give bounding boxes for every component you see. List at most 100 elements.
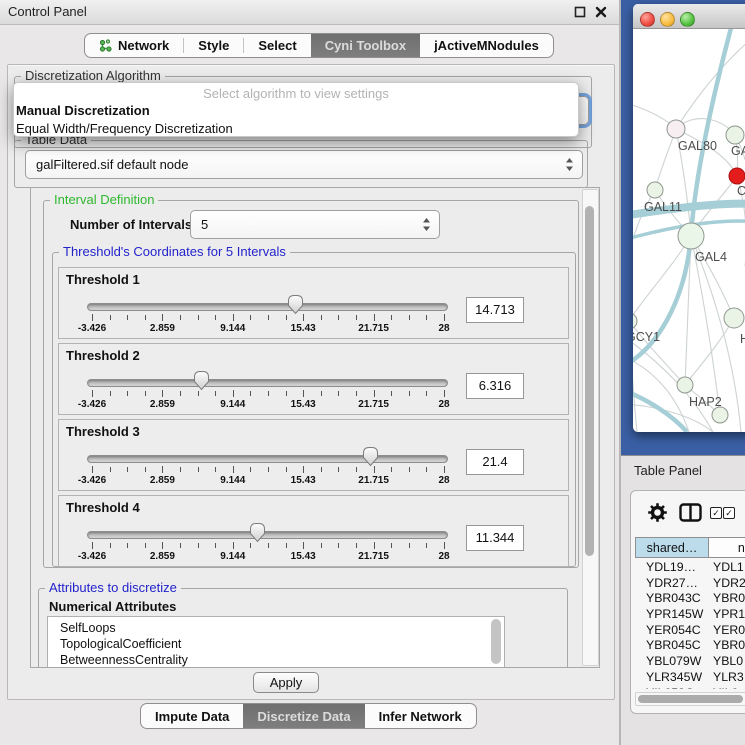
slider-thumb[interactable]	[193, 370, 210, 391]
network-node-ga[interactable]	[726, 126, 744, 144]
tab-infer-network[interactable]: Infer Network	[365, 704, 476, 728]
slider-tick	[409, 543, 410, 548]
network-node-c[interactable]	[729, 168, 745, 184]
slider-tick	[321, 543, 322, 548]
table-hscrollbar[interactable]	[635, 692, 745, 706]
tab-style[interactable]: Style	[184, 34, 243, 57]
network-node-hap2[interactable]	[677, 377, 693, 393]
table-row[interactable]: YER054CYER0	[635, 623, 745, 639]
slider-tick	[321, 391, 322, 396]
network-node-gal11[interactable]	[647, 182, 663, 198]
table-row[interactable]: YPR145WYPR1	[635, 607, 745, 623]
slider-tick	[92, 466, 93, 473]
slider-tick	[374, 542, 375, 549]
dropdown-option-equal-width-frequency[interactable]: Equal Width/Frequency Discretization	[14, 120, 578, 138]
table-row[interactable]: YDL19…YDL1	[635, 560, 745, 576]
slider-tick	[286, 391, 287, 396]
slider-track[interactable]	[87, 531, 448, 539]
table-row[interactable]: YLR345WYLR3	[635, 670, 745, 686]
threshold-value-field[interactable]: 21.4	[466, 449, 524, 475]
tab-network[interactable]: Network	[85, 34, 183, 57]
network-node-h[interactable]	[724, 308, 744, 328]
table-hscrollbar-thumb[interactable]	[638, 695, 743, 703]
column-layout-icon[interactable]	[679, 503, 702, 522]
table-data-combobox[interactable]: galFiltered.sif default node	[25, 150, 583, 179]
attribute-item-betweennesscentrality[interactable]: BetweennessCentrality	[48, 652, 504, 668]
network-window-titlebar[interactable]	[633, 4, 745, 29]
network-node[interactable]	[712, 407, 728, 423]
cell-name: YIL0	[709, 686, 745, 690]
table-panel-body: ✓ ✓ shared… name YDL19…YDL1YDR27…YDR2YBR…	[621, 484, 745, 745]
tab-jactivemnodules[interactable]: jActiveMNodules	[420, 34, 553, 57]
table-row[interactable]: YBR045CYBR0	[635, 638, 745, 654]
slider-tick	[92, 314, 93, 321]
slider-tick	[110, 391, 111, 396]
slider-tick-label: 28	[438, 475, 449, 486]
checkbox-icon[interactable]: ✓	[723, 507, 735, 519]
slider-track[interactable]	[87, 303, 448, 311]
slider-tick-label: 15.43	[291, 475, 316, 486]
threshold-value-field[interactable]: 11.344	[466, 525, 524, 551]
tab-label: Discretize Data	[257, 709, 350, 724]
slider-tick	[303, 314, 304, 321]
settings-vscrollbar-thumb[interactable]	[585, 206, 594, 556]
table-row[interactable]: YBR043CYBR0	[635, 591, 745, 607]
settings-vscrollbar[interactable]	[582, 189, 599, 666]
network-view-window[interactable]: GAL80GACGAL11GAL4GCY1HHAP2	[633, 4, 745, 432]
network-node-gal80[interactable]	[667, 120, 685, 138]
checkbox-icon[interactable]: ✓	[710, 507, 722, 519]
slider-tick	[321, 315, 322, 320]
table-row[interactable]: YBL079WYBL0	[635, 654, 745, 670]
tab-select[interactable]: Select	[244, 34, 310, 57]
column-header-shared[interactable]: shared…	[635, 537, 709, 558]
cell-name: YPR1	[709, 607, 745, 623]
threshold-value-field[interactable]: 14.713	[466, 297, 524, 323]
list-scrollbar-thumb[interactable]	[491, 619, 501, 664]
network-node-gal4[interactable]	[678, 223, 704, 249]
table-row[interactable]: YDR27…YDR2	[635, 576, 745, 592]
attribute-item-topologicalcoefficient[interactable]: TopologicalCoefficient	[48, 636, 504, 652]
float-icon[interactable]	[574, 6, 586, 18]
slider-tick-label: 28	[438, 551, 449, 562]
column-header-name[interactable]: name	[709, 537, 745, 558]
network-node-gcy1[interactable]	[633, 313, 637, 329]
slider-tick	[110, 543, 111, 548]
slider-tick	[268, 467, 269, 472]
slider-tick	[127, 391, 128, 396]
cell-name: YDR2	[709, 576, 745, 592]
table-row[interactable]: YIL053CYIL0	[635, 686, 745, 690]
zoom-traffic-light[interactable]	[680, 12, 695, 27]
tab-label: Infer Network	[379, 709, 462, 724]
gear-icon[interactable]	[647, 502, 668, 523]
slider-tick-label: 2.859	[150, 399, 175, 410]
attribute-item-selfloops[interactable]: SelfLoops	[48, 620, 504, 636]
slider-thumb[interactable]	[362, 446, 379, 467]
slider-thumb[interactable]	[287, 294, 304, 315]
numerical-attributes-list[interactable]: SelfLoopsTopologicalCoefficientBetweenne…	[47, 616, 505, 668]
threshold-value-field[interactable]: 6.316	[466, 373, 524, 399]
slider-tick	[338, 543, 339, 548]
slider-tick	[233, 466, 234, 473]
dropdown-placeholder: Select algorithm to view settings	[14, 83, 578, 102]
close-icon[interactable]	[595, 6, 607, 18]
slider-tick	[180, 543, 181, 548]
num-intervals-spinner[interactable]: 5	[190, 210, 440, 239]
slider-tick-label: 9.144	[220, 399, 245, 410]
slider-track[interactable]	[87, 455, 448, 463]
network-canvas[interactable]: GAL80GACGAL11GAL4GCY1HHAP2	[633, 4, 745, 432]
apply-button[interactable]: Apply	[253, 672, 319, 693]
dropdown-option-manual-discretization[interactable]: Manual Discretization	[14, 102, 578, 120]
tab-impute-data[interactable]: Impute Data	[141, 704, 243, 728]
slider-tick	[233, 314, 234, 321]
slider-tick	[127, 467, 128, 472]
slider-tick	[391, 543, 392, 548]
minimize-traffic-light[interactable]	[660, 12, 675, 27]
network-edge-highlighted	[633, 390, 687, 432]
tab-cyni-toolbox[interactable]: Cyni Toolbox	[311, 34, 420, 57]
slider-tick	[286, 315, 287, 320]
close-traffic-light[interactable]	[640, 12, 655, 27]
slider-track[interactable]	[87, 379, 448, 387]
tab-discretize-data[interactable]: Discretize Data	[243, 704, 364, 728]
threshold-panel-3: Threshold 3-3.4262.8599.14415.4321.71528…	[58, 419, 569, 491]
slider-thumb[interactable]	[249, 522, 266, 543]
